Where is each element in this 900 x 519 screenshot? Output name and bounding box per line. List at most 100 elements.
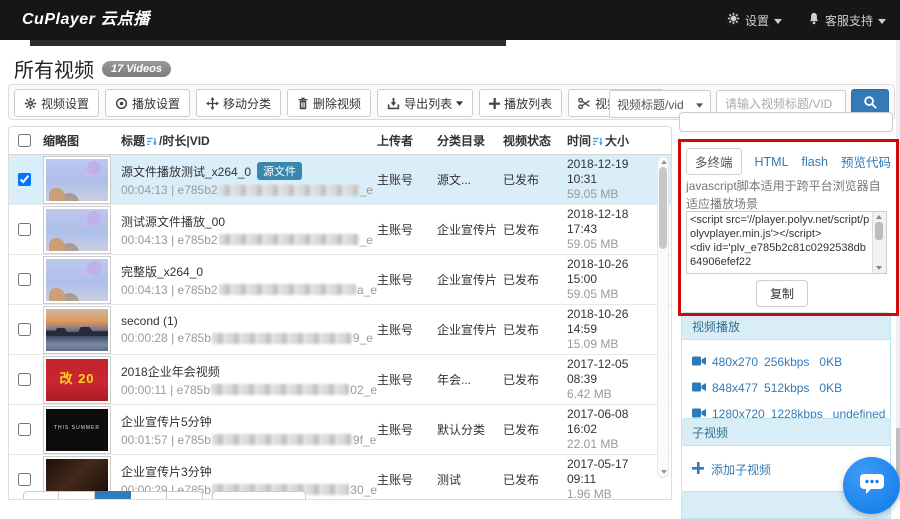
caret-down-icon — [878, 13, 886, 27]
scroll-down-arrow[interactable] — [876, 266, 882, 270]
vid-prefix: e785b2 — [178, 183, 218, 197]
video-title[interactable]: 完整版_x264_0 — [121, 263, 203, 280]
status-cell: 已发布 — [503, 421, 567, 438]
page-size-select[interactable] — [212, 491, 306, 500]
size-cell: 22.01 MB — [567, 437, 655, 452]
video-title[interactable]: 2018企业年会视频 — [121, 363, 220, 380]
video-title[interactable]: 测试源文件播放_00 — [121, 213, 225, 230]
scroll-up-arrow[interactable] — [876, 215, 882, 219]
table-row[interactable]: second (1) 00:00:28 | e785b9_e 主账号 企业宣传片… — [9, 305, 671, 355]
window-scrollbar[interactable] — [896, 40, 900, 500]
page-button-5[interactable]: » — [167, 491, 203, 500]
sort-icon[interactable] — [593, 136, 603, 150]
category-cell: 企业宣传片 — [437, 221, 503, 238]
page-button-3[interactable]: 1 — [95, 491, 131, 500]
separator: | — [171, 283, 174, 297]
video-thumbnail[interactable] — [43, 256, 111, 304]
video-thumbnail[interactable]: THIS SUMMER — [43, 406, 111, 454]
time-cell: 14:59 — [567, 322, 655, 337]
video-title[interactable]: 源文件播放测试_x264_0 — [121, 163, 251, 180]
toolbar-button-move-category[interactable]: 移动分类 — [196, 89, 281, 117]
toolbar-button-label: 移动分类 — [223, 95, 271, 112]
scroll-down-arrow[interactable] — [661, 470, 667, 474]
pb-size: 0KB — [819, 355, 842, 369]
row-checkbox[interactable] — [18, 273, 31, 286]
video-title[interactable]: 企业宣传片3分钟 — [121, 463, 212, 480]
scrollbar-thumb[interactable] — [659, 167, 667, 249]
export-icon — [387, 97, 400, 110]
page-button-1[interactable]: « — [23, 491, 59, 500]
row-checkbox[interactable] — [18, 473, 31, 486]
sort-icon[interactable] — [147, 136, 157, 150]
video-thumbnail[interactable] — [43, 306, 111, 354]
table-row[interactable]: 完整版_x264_0 00:04:13 | e785b2a_e 主账号 企业宣传… — [9, 255, 671, 305]
toolbar-button-video-settings[interactable]: 视频设置 — [14, 89, 99, 117]
table-row[interactable]: 改 20 2018企业年会视频 00:00:11 | e785b02_e 主账号… — [9, 355, 671, 405]
pb-bitrate: 512kbps — [764, 381, 809, 395]
category-cell: 测试 — [437, 471, 503, 488]
toolbar-button-playlist[interactable]: 播放列表 — [479, 89, 562, 117]
nav-support-label: 客服支持 — [825, 12, 873, 29]
page-button-4[interactable]: › — [131, 491, 167, 500]
uploader-cell: 主账号 — [377, 321, 437, 338]
table-row[interactable]: 源文件播放测试_x264_0 源文件 00:04:13 | e785b2_e 主… — [9, 155, 671, 205]
playback-bitrate-item[interactable]: 480x270 256kbps 0KB — [692, 349, 880, 375]
row-checkbox[interactable] — [18, 223, 31, 236]
table-scrollbar[interactable] — [657, 156, 669, 478]
vid-suffix: 9f_e — [353, 433, 376, 447]
playback-bitrate-item[interactable]: 848x477 512kbps 0KB — [692, 375, 880, 401]
time-cell: 10:31 — [567, 172, 655, 187]
video-thumbnail[interactable]: 改 20 — [43, 356, 111, 404]
header-title[interactable]: 标题/时长|VID — [121, 132, 377, 150]
vid-redacted — [212, 434, 352, 445]
plus-icon — [489, 98, 500, 109]
video-thumbnail[interactable] — [43, 206, 111, 254]
embed-tab-4[interactable]: 预览代码 — [841, 152, 891, 171]
toolbar-button-delete-video[interactable]: 删除视频 — [287, 89, 371, 117]
row-checkbox[interactable] — [18, 373, 31, 386]
embed-tab-2[interactable]: HTML — [755, 155, 789, 169]
record-icon — [115, 97, 128, 110]
category-cell: 年会... — [437, 371, 503, 388]
pb-bitrate: 256kbps — [764, 355, 809, 369]
page-button-2[interactable]: ‹ — [59, 491, 95, 500]
row-checkbox[interactable] — [18, 173, 31, 186]
embed-code-box[interactable]: <script src='//player.polyv.net/script/p… — [686, 211, 887, 274]
toolbar-button-export-list[interactable]: 导出列表 — [377, 89, 473, 117]
video-duration: 00:04:13 — [121, 183, 168, 197]
embed-tab-1[interactable]: 多终端 — [686, 148, 742, 175]
toolbar-button-play-settings[interactable]: 播放设置 — [105, 89, 190, 117]
scroll-up-arrow[interactable] — [661, 160, 667, 164]
video-thumbnail[interactable] — [43, 156, 111, 204]
embed-tab-3[interactable]: flash — [802, 155, 828, 169]
table-row[interactable]: THIS SUMMER 企业宣传片5分钟 00:01:57 | e785b9f_… — [9, 405, 671, 455]
uploader-cell: 主账号 — [377, 371, 437, 388]
row-checkbox[interactable] — [18, 423, 31, 436]
subvideo-section-title: 子视频 — [681, 418, 891, 446]
table-row[interactable]: 测试源文件播放_00 00:04:13 | e785b2_e 主账号 企业宣传片… — [9, 205, 671, 255]
video-title[interactable]: second (1) — [121, 314, 178, 328]
video-duration: 00:01:57 — [121, 433, 168, 447]
select-all-checkbox[interactable] — [18, 134, 31, 147]
scrollbar-thumb[interactable] — [875, 222, 883, 240]
nav-support[interactable]: 客服支持 — [808, 12, 886, 29]
video-camera-icon — [692, 381, 706, 395]
separator: | — [171, 183, 174, 197]
vid-suffix: 9_e — [353, 331, 373, 345]
size-cell: 59.05 MB — [567, 237, 655, 252]
vid-prefix: e785b2 — [178, 233, 218, 247]
copy-button[interactable]: 复制 — [756, 280, 808, 307]
nav-settings[interactable]: 设置 — [727, 12, 782, 29]
row-checkbox[interactable] — [18, 323, 31, 336]
size-cell: 15.09 MB — [567, 337, 655, 352]
code-scrollbar[interactable] — [872, 212, 886, 273]
embed-code-text[interactable]: <script src='//player.polyv.net/script/p… — [690, 213, 871, 269]
video-title[interactable]: 企业宣传片5分钟 — [121, 413, 212, 430]
live-chat-button[interactable] — [843, 457, 900, 514]
category-cell: 企业宣传片 — [437, 321, 503, 338]
date-cell: 2018-10-26 — [567, 307, 655, 322]
header-time[interactable]: 时间大小 — [567, 132, 655, 150]
header-uploader: 上传者 — [377, 132, 437, 149]
toolbar-button-label: 播放列表 — [504, 95, 552, 112]
status-cell: 已发布 — [503, 371, 567, 388]
